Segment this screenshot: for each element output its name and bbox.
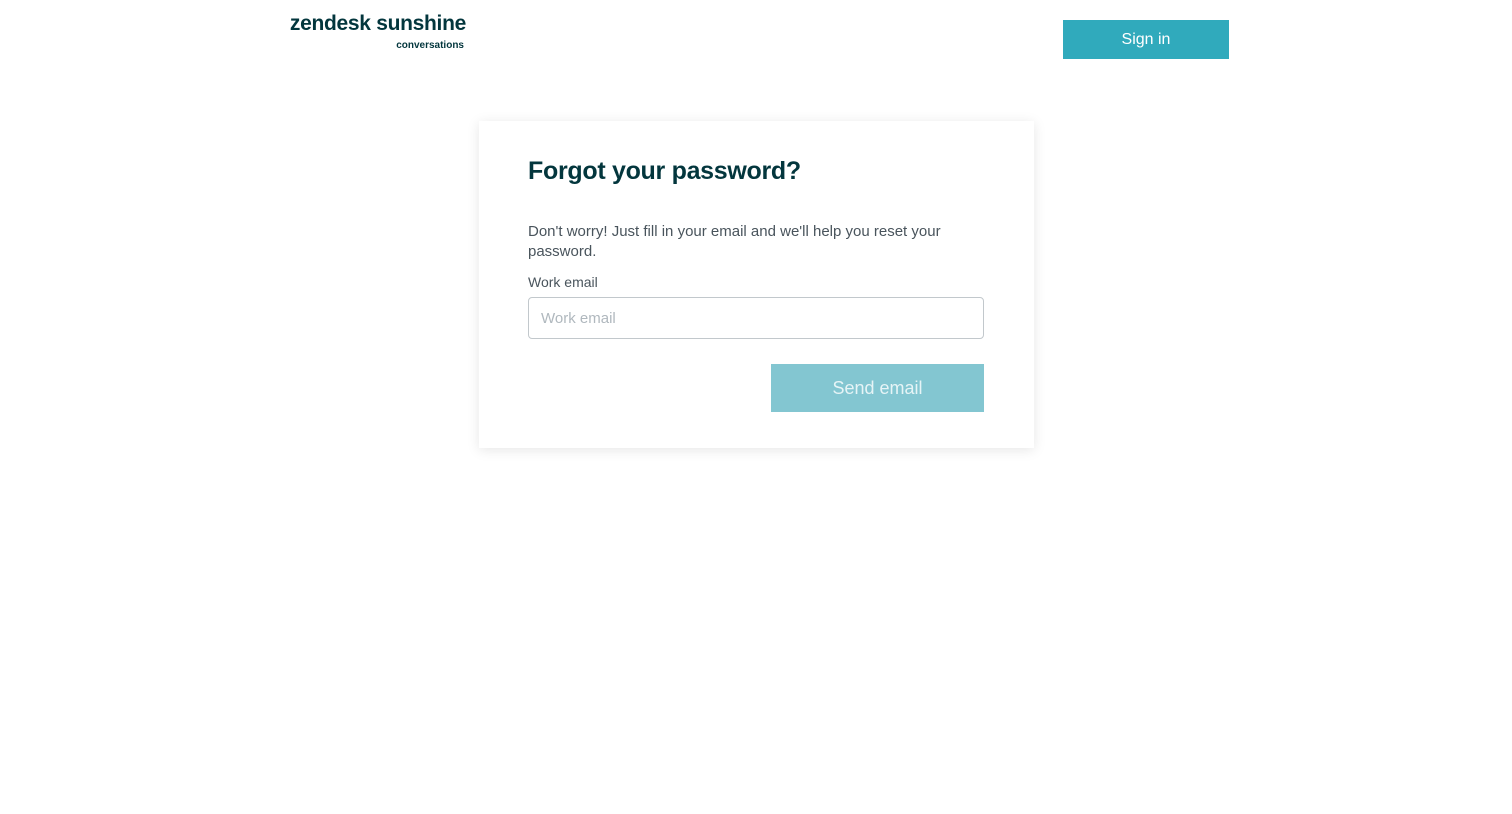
logo-wordmark: zendesk sunshine [289,12,466,35]
page-title: Forgot your password? [528,157,801,185]
work-email-input[interactable] [528,297,984,339]
description-text: Don't worry! Just fill in your email and… [528,223,941,260]
work-email-label: Work email [528,274,598,290]
send-email-button[interactable]: Send email [771,364,984,412]
forgot-password-card: Forgot your password? Don't worry! Just … [479,121,1034,448]
zendesk-sunshine-logo[interactable]: zendesk sunshine conversations [286,12,466,56]
logo-subtitle: conversations [396,40,464,51]
sign-in-button[interactable]: Sign in [1063,20,1229,59]
top-header: zendesk sunshine conversations Sign in [0,0,1512,80]
